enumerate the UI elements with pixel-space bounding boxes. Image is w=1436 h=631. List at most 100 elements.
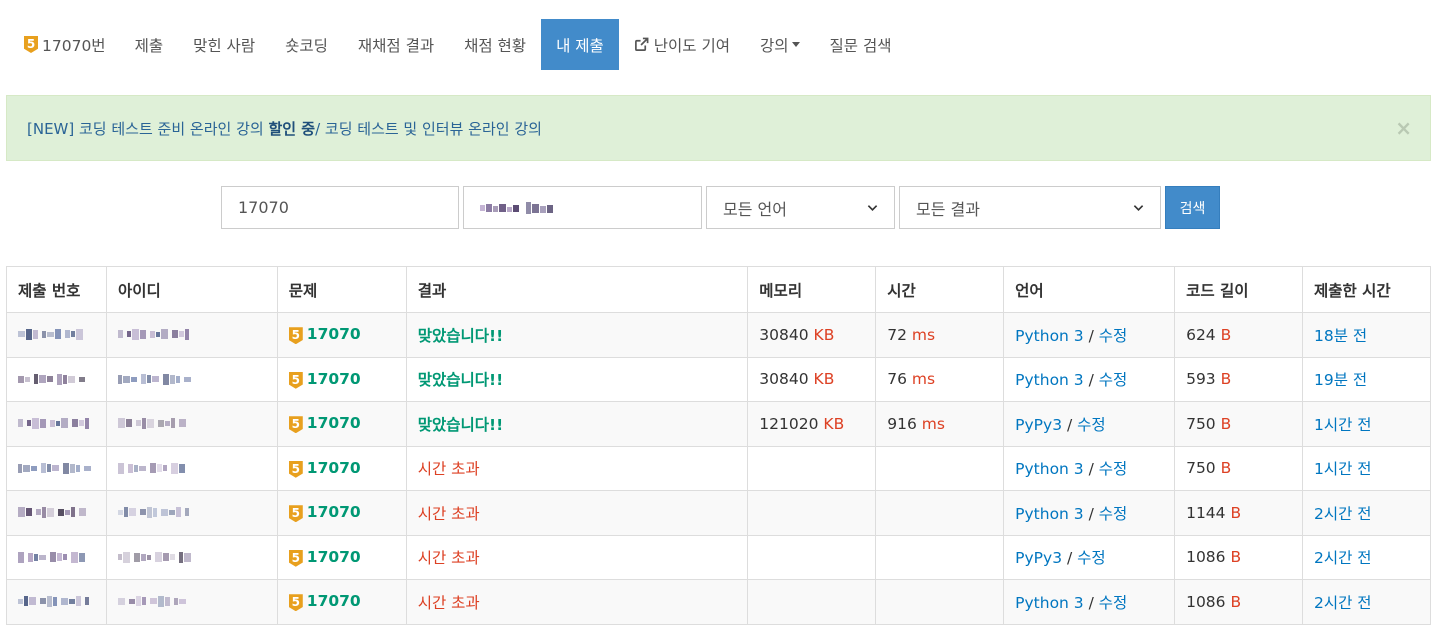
nav-short-coding-label: 숏코딩 <box>285 36 328 55</box>
nav-difficulty-label: 난이도 기여 <box>653 36 731 55</box>
edit-link[interactable]: 수정 <box>1099 594 1128 612</box>
language-link[interactable]: Python 3 <box>1015 505 1084 523</box>
result-cell: 맞았습니다!! <box>405 401 749 447</box>
language-link[interactable]: PyPy3 <box>1015 416 1062 434</box>
problem-link[interactable]: 17070 <box>307 548 361 566</box>
problem-link[interactable]: 17070 <box>307 592 361 610</box>
submitted-time-link[interactable]: 2시간 전 <box>1314 505 1372 523</box>
col-memory: 메모리 <box>747 266 877 313</box>
submission-id-cell[interactable] <box>6 356 107 402</box>
edit-link[interactable]: 수정 <box>1099 371 1128 389</box>
nav-question-search[interactable]: 질문 검색 <box>815 19 907 70</box>
language-link[interactable]: PyPy3 <box>1015 549 1062 567</box>
code-length-value: 593 <box>1186 370 1216 389</box>
promo-link-interview[interactable]: / 코딩 테스트 및 인터뷰 온라인 강의 <box>315 118 542 139</box>
problem-id-input[interactable]: 17070 <box>221 186 459 229</box>
edit-link[interactable]: 수정 <box>1099 505 1128 523</box>
chevron-down-icon <box>1133 205 1144 211</box>
problem-link[interactable]: 17070 <box>307 370 361 388</box>
submitted-time-cell: 2시간 전 <box>1302 579 1431 625</box>
nav-lectures[interactable]: 강의 <box>745 19 815 70</box>
language-link[interactable]: Python 3 <box>1015 594 1084 612</box>
problem-cell[interactable]: 5 17070 <box>276 356 407 402</box>
memory-cell <box>747 534 877 580</box>
submitted-time-link[interactable]: 1시간 전 <box>1314 460 1372 478</box>
time-cell <box>875 534 1005 580</box>
user-id-cell[interactable] <box>105 401 278 447</box>
memory-cell <box>747 445 877 491</box>
user-id-cell[interactable] <box>105 445 278 491</box>
problem-cell[interactable]: 5 17070 <box>276 490 407 536</box>
redacted-user-id <box>480 202 560 215</box>
user-id-cell[interactable] <box>105 534 278 580</box>
language-link[interactable]: Python 3 <box>1015 371 1084 389</box>
user-id-cell[interactable] <box>105 579 278 625</box>
nav-solved-users[interactable]: 맞힌 사람 <box>178 19 270 70</box>
edit-link[interactable]: 수정 <box>1099 327 1128 345</box>
submission-id-cell[interactable] <box>6 312 107 358</box>
col-code-length: 코드 길이 <box>1174 266 1303 313</box>
nav-problem[interactable]: 5 17070번 <box>6 19 120 70</box>
submission-id-cell[interactable] <box>6 445 107 491</box>
user-id-input[interactable] <box>463 186 702 229</box>
table-row: 5 17070 맞았습니다!! 30840 KB 76 ms Python 3 / 수정 5… <box>6 356 1431 402</box>
code-length-value: 750 <box>1186 414 1216 433</box>
table-row: 5 17070 시간 초과 Python 3 / 수정 1144 B 2시간 전 <box>6 490 1431 536</box>
result-select[interactable]: 모든 결과 <box>899 186 1161 229</box>
problem-link[interactable]: 17070 <box>307 414 361 432</box>
user-id-cell[interactable] <box>105 490 278 536</box>
memory-unit: KB <box>813 325 835 344</box>
edit-link[interactable]: 수정 <box>1077 416 1106 434</box>
language-link[interactable]: Python 3 <box>1015 460 1084 478</box>
nav-status[interactable]: 채점 현황 <box>449 19 541 70</box>
submission-id-cell[interactable] <box>6 401 107 447</box>
language-select[interactable]: 모든 언어 <box>706 186 895 229</box>
nav-submit[interactable]: 제출 <box>120 19 179 70</box>
submission-id-cell[interactable] <box>6 490 107 536</box>
promo-link-lecture[interactable]: [NEW] 코딩 테스트 준비 온라인 강의 할인 중 <box>27 118 315 139</box>
table-row: 5 17070 맞았습니다!! 30840 KB 72 ms Python 3 / 수정 6… <box>6 312 1431 358</box>
nav-difficulty[interactable]: 난이도 기여 <box>619 19 745 70</box>
submitted-time-cell: 1시간 전 <box>1302 445 1431 491</box>
table-row: 5 17070 시간 초과 Python 3 / 수정 750 B 1시간 전 <box>6 445 1431 491</box>
nav-rejudge[interactable]: 재채점 결과 <box>343 19 449 70</box>
code-length-value: 1086 <box>1186 548 1226 567</box>
nav-short-coding[interactable]: 숏코딩 <box>270 19 343 70</box>
external-link-icon <box>634 37 649 52</box>
submission-id-cell[interactable] <box>6 534 107 580</box>
problem-cell[interactable]: 5 17070 <box>276 312 407 358</box>
code-length-unit: B <box>1220 414 1232 433</box>
submitted-time-link[interactable]: 2시간 전 <box>1314 594 1372 612</box>
language-link[interactable]: Python 3 <box>1015 327 1084 345</box>
code-length-cell: 1086 B <box>1174 579 1303 625</box>
problem-nav: 5 17070번 제출 맞힌 사람 숏코딩 재채점 결과 채점 현황 내 제출 … <box>6 19 907 70</box>
promo-bold: 할인 중 <box>268 119 316 138</box>
code-length-value: 1144 <box>1186 503 1226 522</box>
problem-cell[interactable]: 5 17070 <box>276 401 407 447</box>
problem-cell[interactable]: 5 17070 <box>276 534 407 580</box>
submission-id-cell[interactable] <box>6 579 107 625</box>
code-length-unit: B <box>1230 548 1242 567</box>
problem-link[interactable]: 17070 <box>307 503 361 521</box>
problem-link[interactable]: 17070 <box>307 459 361 477</box>
user-id-cell[interactable] <box>105 312 278 358</box>
problem-cell[interactable]: 5 17070 <box>276 445 407 491</box>
time-cell: 76 ms <box>875 356 1005 402</box>
memory-value: 30840 <box>759 370 809 389</box>
close-icon[interactable]: × <box>1395 116 1412 140</box>
problem-link[interactable]: 17070 <box>307 325 361 343</box>
problem-cell[interactable]: 5 17070 <box>276 579 407 625</box>
submitted-time-link[interactable]: 19분 전 <box>1314 371 1367 389</box>
edit-link[interactable]: 수정 <box>1077 549 1106 567</box>
memory-value: 30840 <box>759 325 809 344</box>
user-id-cell[interactable] <box>105 356 278 402</box>
submitted-time-link[interactable]: 2시간 전 <box>1314 549 1372 567</box>
code-length-cell: 1086 B <box>1174 534 1303 580</box>
submitted-time-link[interactable]: 18분 전 <box>1314 327 1367 345</box>
submitted-time-link[interactable]: 1시간 전 <box>1314 416 1372 434</box>
tier-badge-icon: 5 <box>288 327 303 345</box>
language-cell: Python 3 / 수정 <box>1003 490 1176 536</box>
edit-link[interactable]: 수정 <box>1099 460 1128 478</box>
search-button[interactable]: 검색 <box>1165 186 1220 229</box>
nav-my-submissions[interactable]: 내 제출 <box>541 19 619 70</box>
